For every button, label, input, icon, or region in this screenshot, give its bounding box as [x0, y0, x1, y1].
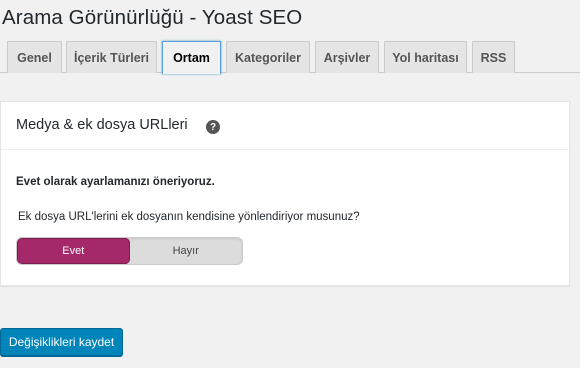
tab-kategoriler[interactable]: Kategoriler: [226, 41, 310, 73]
tab-bar: Genel İçerik Türleri Ortam Kategoriler A…: [0, 41, 580, 74]
panel-title: Medya & ek dosya URLleri: [16, 117, 188, 133]
redirect-attachment-toggle: Evet Hayır: [16, 237, 243, 265]
tab-arsivler[interactable]: Arşivler: [315, 41, 379, 73]
panel-header: Medya & ek dosya URLleri ?: [1, 102, 569, 150]
recommendation-text: Evet olarak ayarlamanızı öneriyoruz.: [16, 176, 215, 188]
redirect-question-label: Ek dosya URL'lerini ek dosyanın kendisin…: [18, 211, 360, 223]
page-title: Arama Görünürlüğü - Yoast SEO: [2, 6, 303, 29]
media-settings-panel: Medya & ek dosya URLleri ? Evet olarak a…: [0, 101, 570, 286]
save-changes-button[interactable]: Değişiklikleri kaydet: [0, 328, 123, 356]
tab-genel[interactable]: Genel: [7, 41, 62, 73]
tab-rss[interactable]: RSS: [472, 41, 515, 73]
tab-icerik-turleri[interactable]: İçerik Türleri: [66, 41, 157, 73]
tab-yol-haritasi[interactable]: Yol haritası: [384, 41, 467, 73]
toggle-option-no[interactable]: Hayır: [130, 238, 243, 264]
tab-ortam[interactable]: Ortam: [162, 41, 221, 74]
toggle-option-yes[interactable]: Evet: [17, 238, 130, 264]
question-circle-icon[interactable]: ?: [206, 120, 220, 134]
